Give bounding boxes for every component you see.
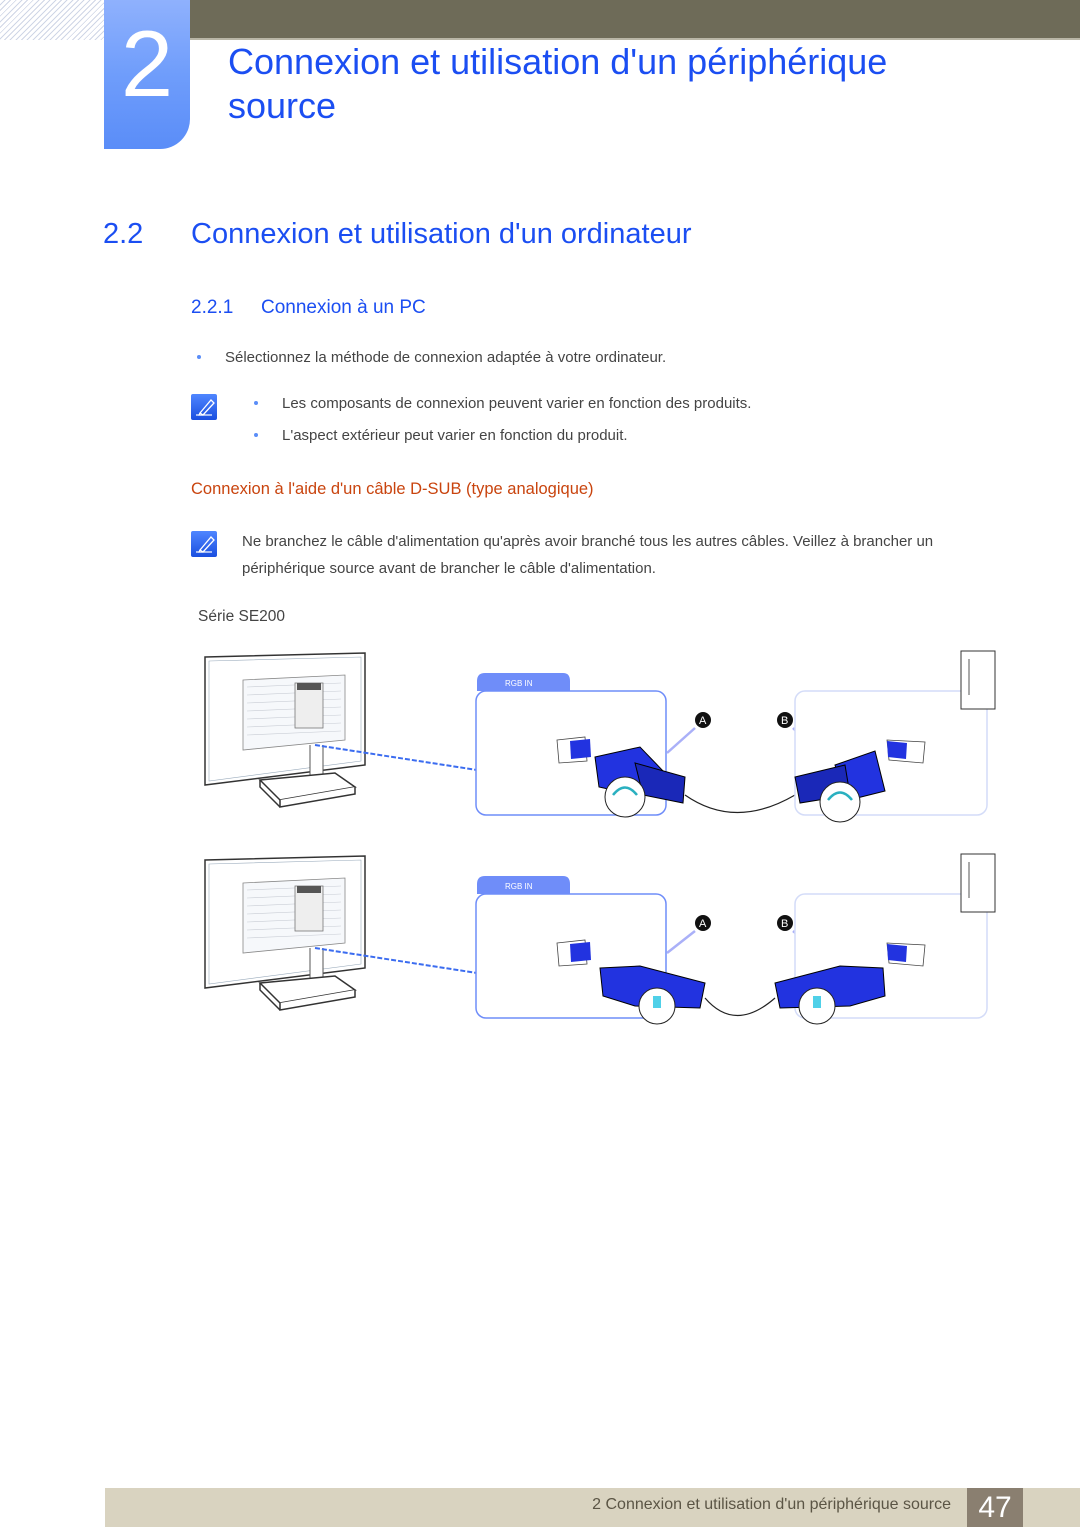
vga-port-icon	[886, 942, 926, 967]
decorative-hatch	[0, 0, 105, 40]
section-number: 2.2	[103, 218, 144, 250]
footer-tail	[1023, 1488, 1080, 1527]
chapter-number-badge: 2	[104, 0, 190, 149]
bullet-dot	[254, 433, 258, 438]
page-footer: 2 Connexion et utilisation d'un périphér…	[105, 1488, 967, 1527]
subsection-number: 2.2.1	[191, 297, 234, 318]
section-heading: 2.2 Connexion et utilisation d'un ordinat…	[103, 218, 691, 251]
note2-text: Ne branchez le câble d'alimentation qu'a…	[242, 533, 934, 577]
chapter-top-bar	[190, 0, 1080, 40]
svg-text:A: A	[699, 715, 707, 727]
svg-text:A: A	[699, 918, 707, 930]
chapter-title: Connexion et utilisation d'un périphériq…	[228, 40, 887, 128]
monitor-back-illustration	[204, 855, 366, 1011]
dsub-heading: Connexion à l'aide d'un câble D-SUB (typ…	[191, 480, 594, 498]
page-number: 47	[967, 1488, 1023, 1527]
subsection-title: Connexion à un PC	[261, 297, 426, 318]
note-pencil-icon	[191, 394, 217, 420]
svg-text:B: B	[781, 715, 788, 727]
vga-cable	[704, 997, 776, 1017]
series-label: Série SE200	[198, 608, 286, 625]
marker-b-icon: B	[777, 712, 793, 728]
vga-cable	[684, 794, 796, 814]
vga-port-icon	[556, 736, 591, 764]
port-label: RGB IN	[505, 882, 533, 891]
vga-port-icon	[556, 939, 591, 967]
footer-chapter-title: 2 Connexion et utilisation d'un périphér…	[592, 1496, 951, 1513]
monitor-back-illustration	[204, 652, 366, 808]
svg-text:B: B	[781, 918, 788, 930]
marker-a-icon: A	[695, 712, 711, 728]
arrow-a	[666, 727, 696, 754]
note1-bullet-1-text: Les composants de connexion peuvent vari…	[282, 395, 752, 412]
note-pencil-icon	[191, 531, 217, 557]
connection-diagram-1: RGB IN A B	[204, 650, 996, 823]
intro-bullet: Sélectionnez la méthode de connexion ada…	[197, 348, 666, 368]
bullet-dot	[197, 355, 201, 360]
marker-b-icon: B	[777, 915, 793, 931]
chapter-number: 2	[120, 11, 174, 116]
connection-diagram-2: RGB IN A B	[204, 853, 996, 1025]
section-title: Connexion et utilisation d'un ordinateur	[191, 218, 692, 250]
note1-bullet-2: L'aspect extérieur peut varier en foncti…	[254, 426, 628, 446]
port-label: RGB IN	[505, 679, 533, 688]
arrow-a	[666, 930, 696, 954]
vga-connector-a	[594, 746, 686, 818]
bullet-dot	[254, 401, 258, 406]
note1-bullet-2-text: L'aspect extérieur peut varier en foncti…	[282, 427, 628, 444]
vga-port-icon	[886, 739, 926, 764]
note1-bullet-1: Les composants de connexion peuvent vari…	[254, 394, 751, 414]
marker-a-icon: A	[695, 915, 711, 931]
chapter-title-line2: source	[228, 85, 337, 126]
subsection-heading: 2.2.1 Connexion à un PC	[191, 297, 426, 319]
chapter-title-line1: Connexion et utilisation d'un périphériq…	[228, 41, 888, 82]
intro-bullet-text: Sélectionnez la méthode de connexion ada…	[225, 349, 667, 366]
